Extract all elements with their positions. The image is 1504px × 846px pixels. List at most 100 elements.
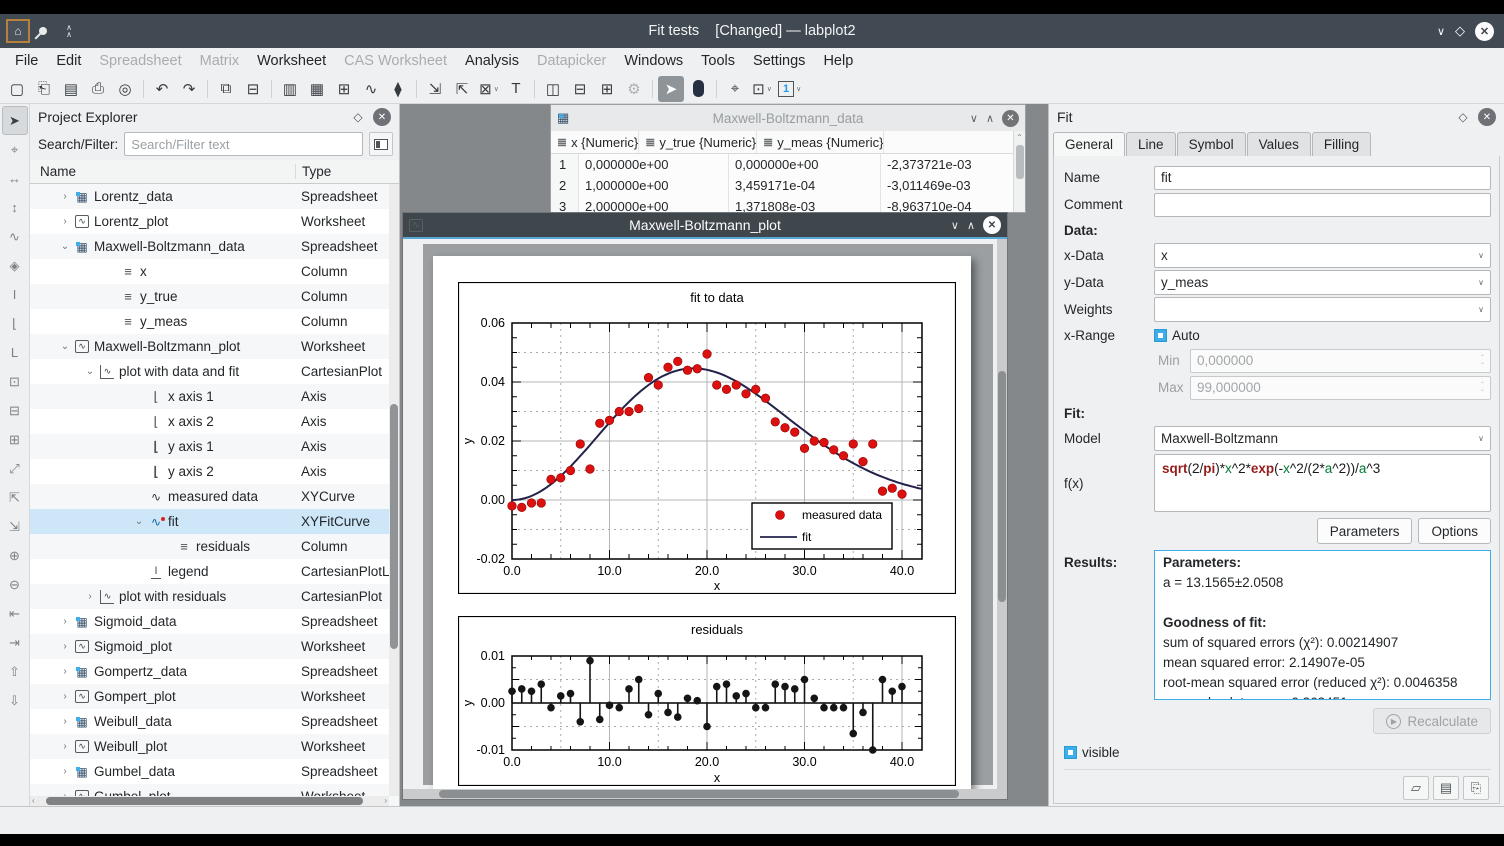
name-field[interactable]: [1154, 166, 1491, 190]
zoom-out-icon[interactable]: ⊖: [2, 570, 28, 599]
worksheet-page[interactable]: fit to data0.010.020.030.040.0-0.020.000…: [433, 256, 971, 789]
tree-row[interactable]: › Weibull_data Spreadsheet: [30, 709, 399, 734]
min-spinbox[interactable]: 0,000000: [1190, 349, 1491, 373]
new-worksheet-icon[interactable]: ⊞∨: [331, 76, 357, 102]
menu-item[interactable]: Analysis: [456, 50, 528, 72]
worksheet-view[interactable]: fit to data0.010.020.030.040.0-0.020.000…: [403, 239, 997, 789]
split-grid-icon[interactable]: ⊞∨: [594, 76, 620, 102]
toolbar-button[interactable]: ∨: [716, 80, 717, 98]
export-icon[interactable]: ⇱∨: [449, 76, 475, 102]
new-matrix-icon[interactable]: ▥∨: [277, 76, 303, 102]
zoom-fit-icon[interactable]: ⊡∨: [749, 76, 775, 102]
parameters-button[interactable]: Parameters: [1317, 518, 1413, 544]
column-header[interactable]: ≣y_meas {Numeric}: [757, 131, 884, 153]
tree-row[interactable]: › Lorentz_plot Worksheet: [30, 209, 399, 234]
spreadsheet-header-row[interactable]: ≣x {Numeric} ≣y_true {Numeric} ≣y_meas {…: [551, 131, 1025, 154]
tab[interactable]: Line: [1126, 132, 1176, 156]
tree-row[interactable]: › Sigmoid_data Spreadsheet: [30, 609, 399, 634]
shift-up-y-icon[interactable]: ⇧: [2, 657, 28, 686]
pin-icon[interactable]: [30, 18, 56, 44]
shift-right-x-icon[interactable]: ⇥: [2, 628, 28, 657]
pan-x-icon[interactable]: ↔: [2, 164, 28, 193]
import-icon[interactable]: ⇲∨: [422, 76, 448, 102]
redo-icon[interactable]: ↷∨: [176, 76, 202, 102]
expander-icon[interactable]: ›: [58, 616, 72, 627]
shift-down-y-icon[interactable]: ⇩: [2, 686, 28, 715]
dropdown-arrow-icon[interactable]: ∨: [767, 85, 772, 93]
tab[interactable]: General: [1053, 132, 1125, 156]
results-box[interactable]: Parameters:a = 13.1565±2.0508Goodness of…: [1154, 550, 1491, 700]
tree-row[interactable]: x axis 1 Axis: [30, 384, 399, 409]
max-spinbox[interactable]: 99,000000: [1190, 376, 1491, 400]
tree-row[interactable]: › Sigmoid_plot Worksheet: [30, 634, 399, 659]
navigation-mouse-icon[interactable]: ∨: [685, 76, 711, 102]
menu-item[interactable]: Tools: [692, 50, 744, 72]
open-file-icon[interactable]: ⎗∨: [31, 76, 57, 102]
auto-scale-y-icon[interactable]: ⇲: [2, 512, 28, 541]
toolbar-button[interactable]: ∨: [271, 80, 272, 98]
menu-item[interactable]: CAS Worksheet: [335, 50, 456, 72]
tree-row[interactable]: legend CartesianPlotLegend: [30, 559, 399, 584]
shift-left-x-icon[interactable]: ⇤: [2, 599, 28, 628]
type-column-header[interactable]: Type: [295, 164, 399, 179]
tree-row[interactable]: › plot with residuals CartesianPlot: [30, 584, 399, 609]
zoom-in-icon[interactable]: ⊕: [2, 541, 28, 570]
weights-select[interactable]: [1154, 297, 1491, 322]
worksheet-vertical-scrollbar[interactable]: [997, 239, 1007, 789]
spreadsheet-vertical-scrollbar[interactable]: ⌃: [1013, 131, 1025, 212]
close-dock-icon[interactable]: ✕: [1478, 108, 1496, 126]
tree-row[interactable]: y axis 2 Axis: [30, 459, 399, 484]
collapse-toolbar-icon[interactable]: ∧ ∧: [56, 18, 82, 44]
cell-y-true[interactable]: 3,459171e-04: [729, 175, 881, 196]
text-frame-icon[interactable]: T∨: [503, 76, 529, 102]
cell-x[interactable]: 1,000000e+00: [579, 175, 729, 196]
tab[interactable]: Filling: [1312, 132, 1371, 156]
plot-window[interactable]: ∿ Maxwell-Boltzmann_plot ∨ ∧ ✕ fit: [402, 212, 1008, 800]
cell-y-meas[interactable]: -3,011469e-03: [881, 175, 1015, 196]
zoom-y-region-icon[interactable]: ⊞: [2, 425, 28, 454]
menu-item[interactable]: Windows: [615, 50, 692, 72]
load-function-button[interactable]: ▱: [1403, 776, 1429, 800]
tree-row[interactable]: › Weibull_plot Worksheet: [30, 734, 399, 759]
export-function-button[interactable]: ⎘: [1463, 776, 1489, 800]
menu-item[interactable]: File: [6, 50, 47, 72]
spreadsheet-row[interactable]: 2 1,000000e+00 3,459171e-04 -3,011469e-0…: [551, 175, 1025, 196]
menu-item[interactable]: Settings: [744, 50, 814, 72]
cell-y-true[interactable]: 1,371808e-03: [729, 196, 881, 213]
toolbar-button[interactable]: ∨: [207, 80, 208, 98]
spreadsheet-row[interactable]: 1 0,000000e+00 0,000000e+00 -2,373721e-0…: [551, 154, 1025, 175]
column-header[interactable]: ≣x {Numeric}: [551, 131, 639, 153]
expander-icon[interactable]: ⌄: [132, 516, 146, 527]
fit-chart[interactable]: fit to data0.010.020.030.040.0-0.020.000…: [458, 282, 956, 599]
plot-window-titlebar[interactable]: ∿ Maxwell-Boltzmann_plot ∨ ∧ ✕: [403, 213, 1007, 239]
tree-row[interactable]: residuals Column: [30, 534, 399, 559]
options-button[interactable]: Options: [1418, 518, 1491, 544]
expander-icon[interactable]: ›: [83, 591, 97, 602]
new-file-icon[interactable]: ▢∨: [4, 76, 30, 102]
toolbar-button[interactable]: ∨: [534, 80, 535, 98]
new-spreadsheet-grid-icon[interactable]: ▦∨: [304, 76, 330, 102]
new-datapicker-icon[interactable]: ⧫∨: [385, 76, 411, 102]
menu-item[interactable]: Spreadsheet: [90, 50, 190, 72]
tab[interactable]: Values: [1247, 132, 1311, 156]
cell-x[interactable]: 2,000000e+00: [579, 196, 729, 213]
save-function-button[interactable]: ▤: [1433, 776, 1459, 800]
tree-row[interactable]: ⌄ Maxwell-Boltzmann_plot Worksheet: [30, 334, 399, 359]
tree-row[interactable]: y axis 1 Axis: [30, 434, 399, 459]
expander-icon[interactable]: ›: [58, 216, 72, 227]
expander-icon[interactable]: ›: [58, 691, 72, 702]
tree-row[interactable]: › Lorentz_data Spreadsheet: [30, 184, 399, 209]
spreadsheet-row[interactable]: 3 2,000000e+00 1,371808e-03 -8,963710e-0…: [551, 196, 1025, 213]
expander-icon[interactable]: ›: [58, 716, 72, 727]
tree-row[interactable]: y_true Column: [30, 284, 399, 309]
toolbar-button[interactable]: ∨: [416, 80, 417, 98]
pan-y-icon[interactable]: ↕: [2, 193, 28, 222]
search-input[interactable]: [124, 132, 363, 156]
residuals-chart[interactable]: residuals0.010.020.030.040.0-0.010.000.0…: [458, 616, 956, 789]
zoom-region-icon[interactable]: ⊡: [2, 367, 28, 396]
add-xy-curve-icon[interactable]: ∿: [2, 222, 28, 251]
menu-item[interactable]: Help: [814, 50, 862, 72]
expander-icon[interactable]: ⌄: [83, 366, 97, 377]
column-header[interactable]: ≣y_true {Numeric}: [639, 131, 757, 153]
tree-row[interactable]: › Gumbel_data Spreadsheet: [30, 759, 399, 784]
